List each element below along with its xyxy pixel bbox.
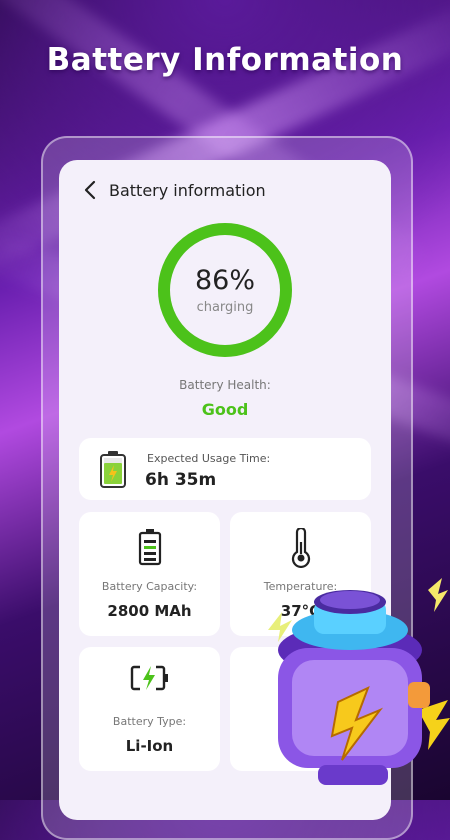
battery-charging-icon xyxy=(99,450,127,492)
capacity-label: Battery Capacity: xyxy=(101,580,198,593)
battery-type-value: Li-Ion xyxy=(125,737,174,755)
usage-time-label: Expected Usage Time: xyxy=(147,452,271,465)
usage-time-card: Expected Usage Time: 6h 35m xyxy=(79,438,371,500)
promo-headline: Battery Information xyxy=(46,42,404,78)
screen-title: Battery information xyxy=(109,180,266,200)
battery-type-label: Battery Type: xyxy=(112,715,187,728)
back-button[interactable] xyxy=(79,179,101,201)
charging-status: charging xyxy=(196,300,254,315)
usage-time-value: 6h 35m xyxy=(145,470,217,490)
battery-health-label: Battery Health: xyxy=(179,378,271,392)
battery-readout: 86% charging xyxy=(157,222,293,358)
battery-mascot-illustration xyxy=(268,578,450,785)
battery-health-value: Good xyxy=(201,400,249,419)
chevron-left-icon xyxy=(84,180,96,200)
battery-icon xyxy=(79,528,220,566)
battery-charging-horizontal-icon xyxy=(79,663,220,693)
capacity-card: Battery Capacity: 2800 MAh xyxy=(79,512,220,636)
battery-percent: 86% xyxy=(194,265,255,296)
top-bar: Battery information xyxy=(79,170,266,210)
capacity-value: 2800 MAh xyxy=(107,602,192,620)
battery-type-card: Battery Type: Li-Ion xyxy=(79,647,220,771)
